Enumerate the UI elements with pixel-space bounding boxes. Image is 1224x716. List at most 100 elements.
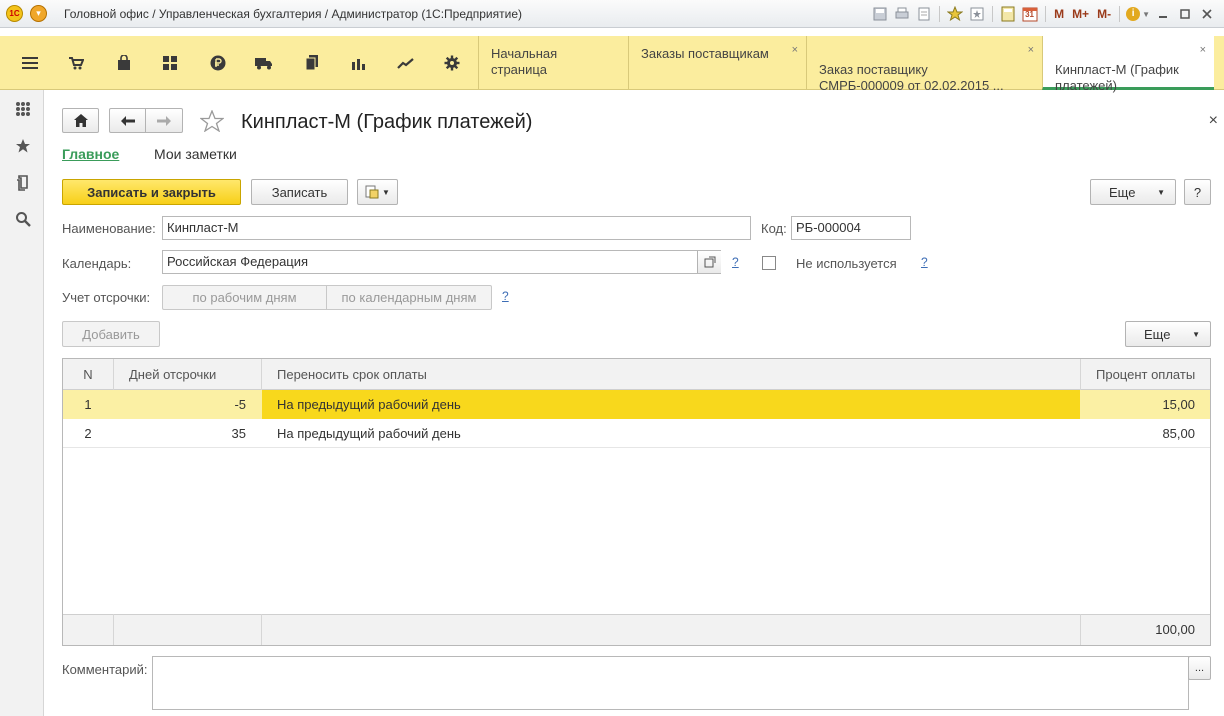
toolbar-separator [1045,6,1047,22]
preview-icon[interactable] [915,5,933,23]
close-form-icon[interactable]: × [1209,112,1218,130]
close-icon[interactable]: × [1200,42,1206,58]
toolbar-separator [1119,6,1121,22]
column-header-n[interactable]: N [63,360,113,389]
memory-plus-button[interactable]: M+ [1070,5,1091,23]
app-logo-icon[interactable]: 1С [6,5,23,22]
documents-icon[interactable] [300,51,324,75]
info-icon[interactable]: i ▼ [1126,5,1150,23]
column-header-delay-days[interactable]: Дней отсрочки [114,360,261,389]
cart-icon[interactable] [64,51,88,75]
open-tabs: Начальная страница Заказы поставщикам × … [478,36,1214,93]
tab-label: Начальная страница [491,46,558,77]
table-footer: 100,00 [63,614,1210,645]
calendar-label: Календарь: [62,256,132,271]
payment-schedule-table: N Дней отсрочки Переносить срок оплаты П… [62,358,1211,646]
ruble-icon[interactable] [206,51,230,75]
calculator-icon[interactable] [999,5,1017,23]
save-button[interactable]: Записать [251,179,348,205]
table-header: N Дней отсрочки Переносить срок оплаты П… [63,359,1210,390]
minimize-icon[interactable] [1154,5,1172,23]
transfer-cell[interactable]: На предыдущий рабочий день [262,419,1080,448]
save-and-close-button[interactable]: Записать и закрыть [62,179,241,205]
table-more-button[interactable]: Еще ▼ [1125,321,1211,347]
table-row[interactable]: 1 -5 На предыдущий рабочий день 15,00 [63,390,1210,419]
calendar-icon[interactable]: 31 [1021,5,1039,23]
nav-my-notes[interactable]: Мои заметки [154,146,237,162]
add-favorite-icon[interactable] [946,5,964,23]
name-label: Наименование: [62,221,156,236]
truck-icon[interactable] [252,51,276,75]
close-icon[interactable]: × [1028,42,1034,58]
delay-days-cell[interactable]: 35 [114,419,261,448]
main-menu-icon[interactable]: ▾ [30,5,47,22]
close-icon[interactable] [1198,5,1216,23]
bar-chart-icon[interactable] [346,51,370,75]
percent-cell[interactable]: 85,00 [1081,419,1210,448]
comment-label: Комментарий: [62,662,148,677]
trend-icon[interactable] [394,51,418,75]
favorites-star-icon[interactable] [12,135,34,157]
not-used-checkbox[interactable] [762,256,776,270]
add-row-button[interactable]: Добавить [62,321,160,347]
nav-main[interactable]: Главное [62,146,119,162]
row-number: 2 [84,426,92,441]
chevron-down-icon: ▼ [1142,9,1150,19]
open-calendar-icon[interactable] [697,251,721,273]
tab-label: Заказ поставщику СМРБ-000009 от 02.02.20… [819,62,1004,93]
more-menu-button[interactable]: Еще ▼ [1090,179,1176,205]
more-label: Еще [1144,326,1171,342]
close-icon[interactable]: × [792,42,798,58]
memory-m-button[interactable]: M [1052,5,1066,23]
calendar-field[interactable]: Российская Федерация [162,250,721,274]
transfer-cell[interactable]: На предыдущий рабочий день [262,390,1080,419]
row-number: 1 [84,397,92,412]
print-icon[interactable] [893,5,911,23]
comment-field[interactable] [152,656,1189,710]
back-button[interactable] [109,108,146,133]
percent-total: 100,00 [1155,622,1195,637]
history-icon[interactable] [12,172,34,194]
chevron-down-icon: ▼ [1157,187,1165,197]
bag-icon[interactable] [112,51,136,75]
not-used-help-link[interactable]: ? [921,255,928,269]
chevron-down-icon: ▼ [382,187,390,197]
tab-payment-schedule[interactable]: Кинпласт-М (График платежей) × [1042,36,1214,93]
percent-cell[interactable]: 15,00 [1081,390,1210,419]
menu-icon[interactable] [18,51,42,75]
forward-button[interactable] [145,108,183,133]
memory-minus-button[interactable]: M- [1095,5,1113,23]
delay-work-days-button[interactable]: по рабочим дням [162,285,327,310]
gear-icon[interactable] [440,51,464,75]
tab-label: Заказы поставщикам [641,46,769,61]
home-button[interactable] [62,108,99,133]
calendar-help-link[interactable]: ? [732,255,739,269]
attach-document-button[interactable]: ▼ [357,179,398,205]
name-field[interactable]: Кинпласт-М [162,216,751,240]
favorite-star-icon[interactable] [199,109,225,133]
tab-supplier-order[interactable]: Заказ поставщику СМРБ-000009 от 02.02.20… [806,36,1042,93]
comment-expand-button[interactable]: ... [1188,656,1211,680]
more-label: Еще [1109,184,1136,200]
grid-icon[interactable] [158,51,182,75]
left-tools-panel [0,90,44,716]
column-divider [113,359,114,390]
info-icon-glyph: i [1126,7,1141,21]
chevron-down-icon: ▼ [1192,329,1200,339]
help-button[interactable]: ? [1184,179,1211,205]
search-icon[interactable] [12,208,34,230]
apps-grid-icon[interactable] [12,98,34,120]
code-field[interactable]: РБ-000004 [791,216,911,240]
column-header-percent[interactable]: Процент оплаты [1081,360,1210,389]
delay-help-link[interactable]: ? [502,289,509,303]
column-divider [113,614,114,645]
column-header-transfer[interactable]: Переносить срок оплаты [262,360,1080,389]
maximize-icon[interactable] [1176,5,1194,23]
delay-days-cell[interactable]: -5 [114,390,261,419]
delay-calendar-days-button[interactable]: по календарным дням [326,285,492,310]
table-row[interactable]: 2 35 На предыдущий рабочий день 85,00 [63,419,1210,448]
save-icon[interactable] [871,5,889,23]
tab-supplier-orders[interactable]: Заказы поставщикам × [628,36,806,90]
tab-home[interactable]: Начальная страница [478,36,628,90]
history-icon[interactable] [968,5,986,23]
